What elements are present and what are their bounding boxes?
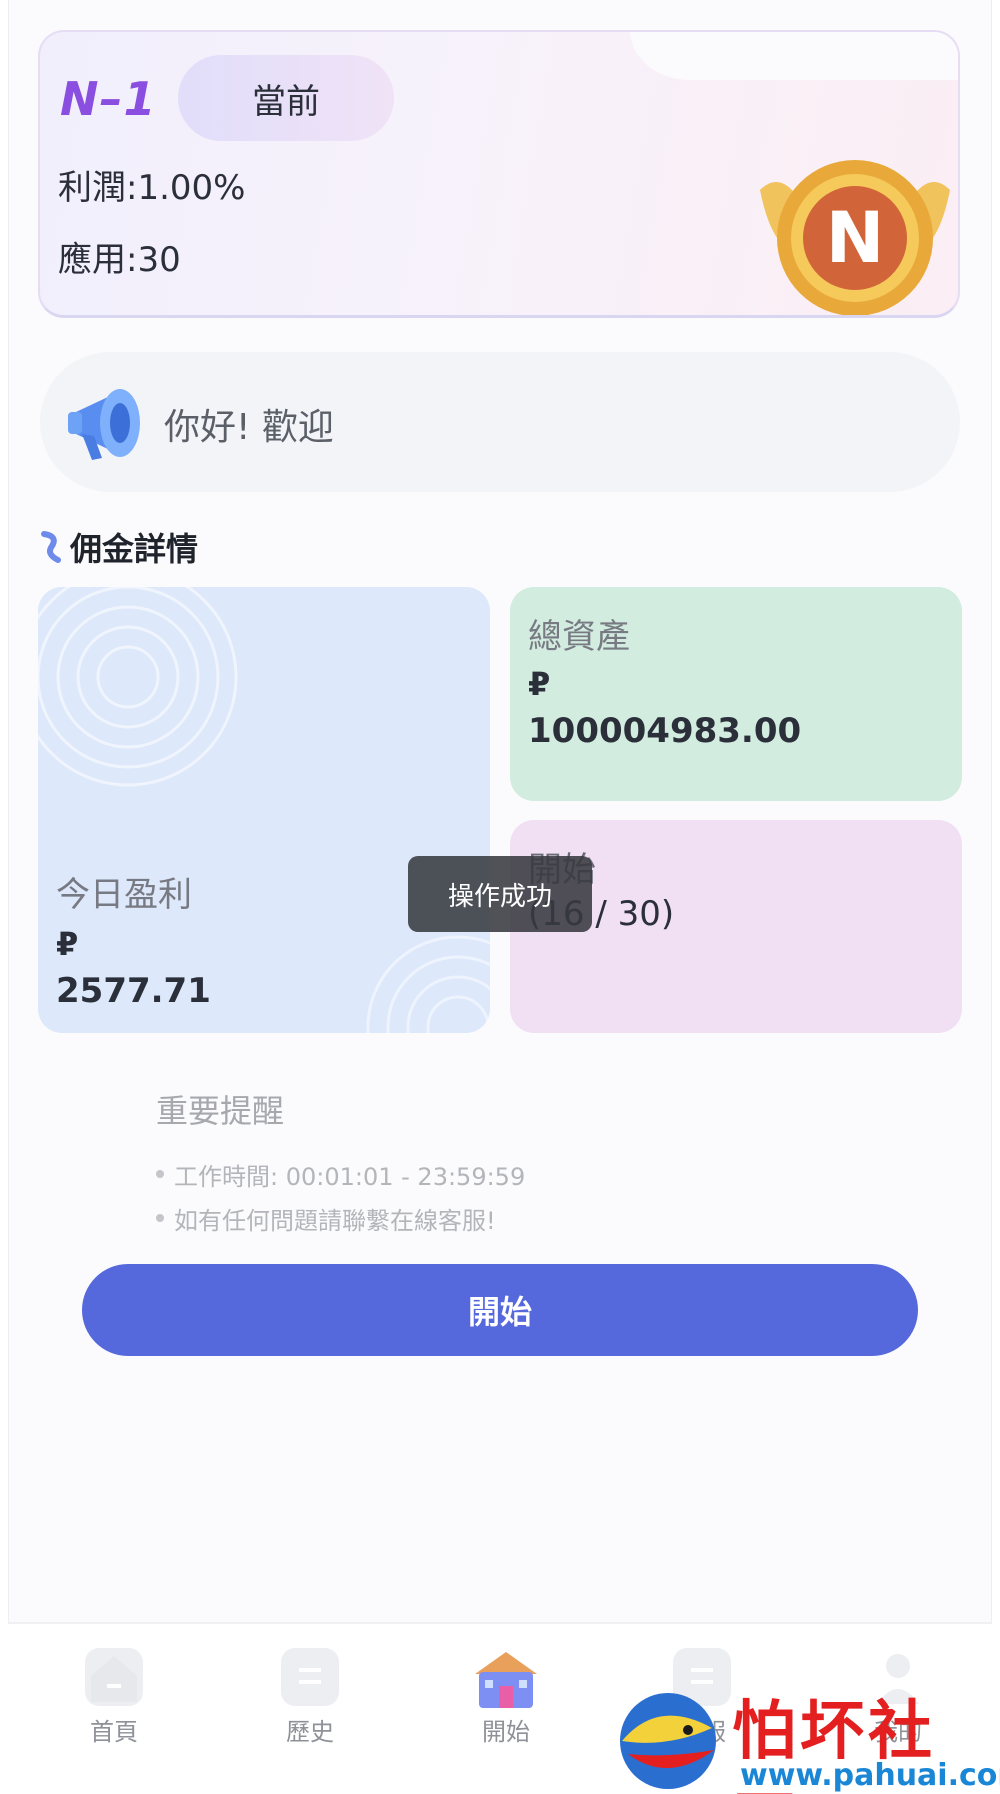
section-title: 佣金詳情 bbox=[70, 530, 199, 568]
nav-label: 歷史 bbox=[286, 1718, 334, 1746]
rings-decoration bbox=[366, 935, 490, 1033]
fish-logo-icon bbox=[620, 1693, 716, 1789]
reminder-text: 如有任何問題請聯繫在線客服! bbox=[174, 1206, 496, 1235]
bullet-icon bbox=[156, 1214, 164, 1222]
current-level-label: 當前 bbox=[252, 81, 320, 122]
bullet-icon bbox=[156, 1170, 164, 1178]
today-profit-label: 今日盈利 bbox=[56, 875, 192, 915]
megaphone-icon bbox=[68, 389, 140, 460]
total-assets-label: 總資產 bbox=[528, 617, 630, 657]
section-header: 佣金詳情 bbox=[40, 524, 198, 570]
reminder-title: 重要提醒 bbox=[156, 1092, 285, 1130]
toast-text: 操作成功 bbox=[447, 881, 552, 912]
level-card: N–1 當前 利潤:1.00% 應用:30 N bbox=[38, 30, 960, 318]
level-badge-icon: N bbox=[760, 160, 950, 315]
nav-label: 首頁 bbox=[90, 1718, 138, 1746]
current-level-pill: 當前 bbox=[178, 55, 394, 141]
notice-text: 你好! 歡迎 bbox=[164, 407, 334, 448]
important-reminder: 重要提醒 工作時間: 00:01:01 - 23:59:59 如有任何問題請聯繫… bbox=[156, 1086, 525, 1240]
profit-rate: 利潤:1.00% bbox=[58, 168, 246, 208]
today-profit-amount: 2577.71 bbox=[56, 971, 211, 1011]
total-assets-amount: 100004983.00 bbox=[528, 711, 802, 751]
today-profit-currency: ₽ bbox=[56, 925, 79, 963]
watermark-url: www.pahuai.com bbox=[740, 1758, 1000, 1793]
reminder-item: 工作時間: 00:01:01 - 23:59:59 bbox=[156, 1152, 525, 1196]
reminder-item: 如有任何問題請聯繫在線客服! bbox=[156, 1196, 525, 1240]
start-button[interactable]: 開始 bbox=[82, 1264, 918, 1356]
building-icon bbox=[475, 1648, 537, 1708]
rings-decoration bbox=[38, 587, 238, 787]
nav-item-history[interactable]: 歷史 bbox=[240, 1648, 380, 1768]
card-notch bbox=[630, 32, 958, 80]
total-assets-currency: ₽ bbox=[528, 665, 551, 703]
badge-letter: N bbox=[826, 197, 885, 279]
total-assets-card: 總資產 ₽ 100004983.00 bbox=[510, 587, 962, 801]
reminder-text: 工作時間: 00:01:01 - 23:59:59 bbox=[174, 1162, 526, 1191]
nav-label: 開始 bbox=[482, 1718, 530, 1746]
apply-count: 應用:30 bbox=[58, 240, 181, 280]
notice-bar: 你好! 歡迎 bbox=[40, 352, 960, 492]
nav-item-home[interactable]: 首頁 bbox=[44, 1648, 184, 1768]
home-icon bbox=[85, 1648, 143, 1706]
success-toast: 操作成功 bbox=[408, 856, 592, 932]
today-profit-card: 今日盈利 ₽ 2577.71 bbox=[38, 587, 490, 1033]
site-watermark: 怕坏社区 www.pahuai.com bbox=[604, 1680, 1000, 1794]
section-mark-icon bbox=[41, 531, 61, 563]
nav-item-start[interactable]: 開始 bbox=[436, 1648, 576, 1768]
history-icon bbox=[281, 1648, 339, 1706]
level-name: N–1 bbox=[60, 72, 157, 126]
